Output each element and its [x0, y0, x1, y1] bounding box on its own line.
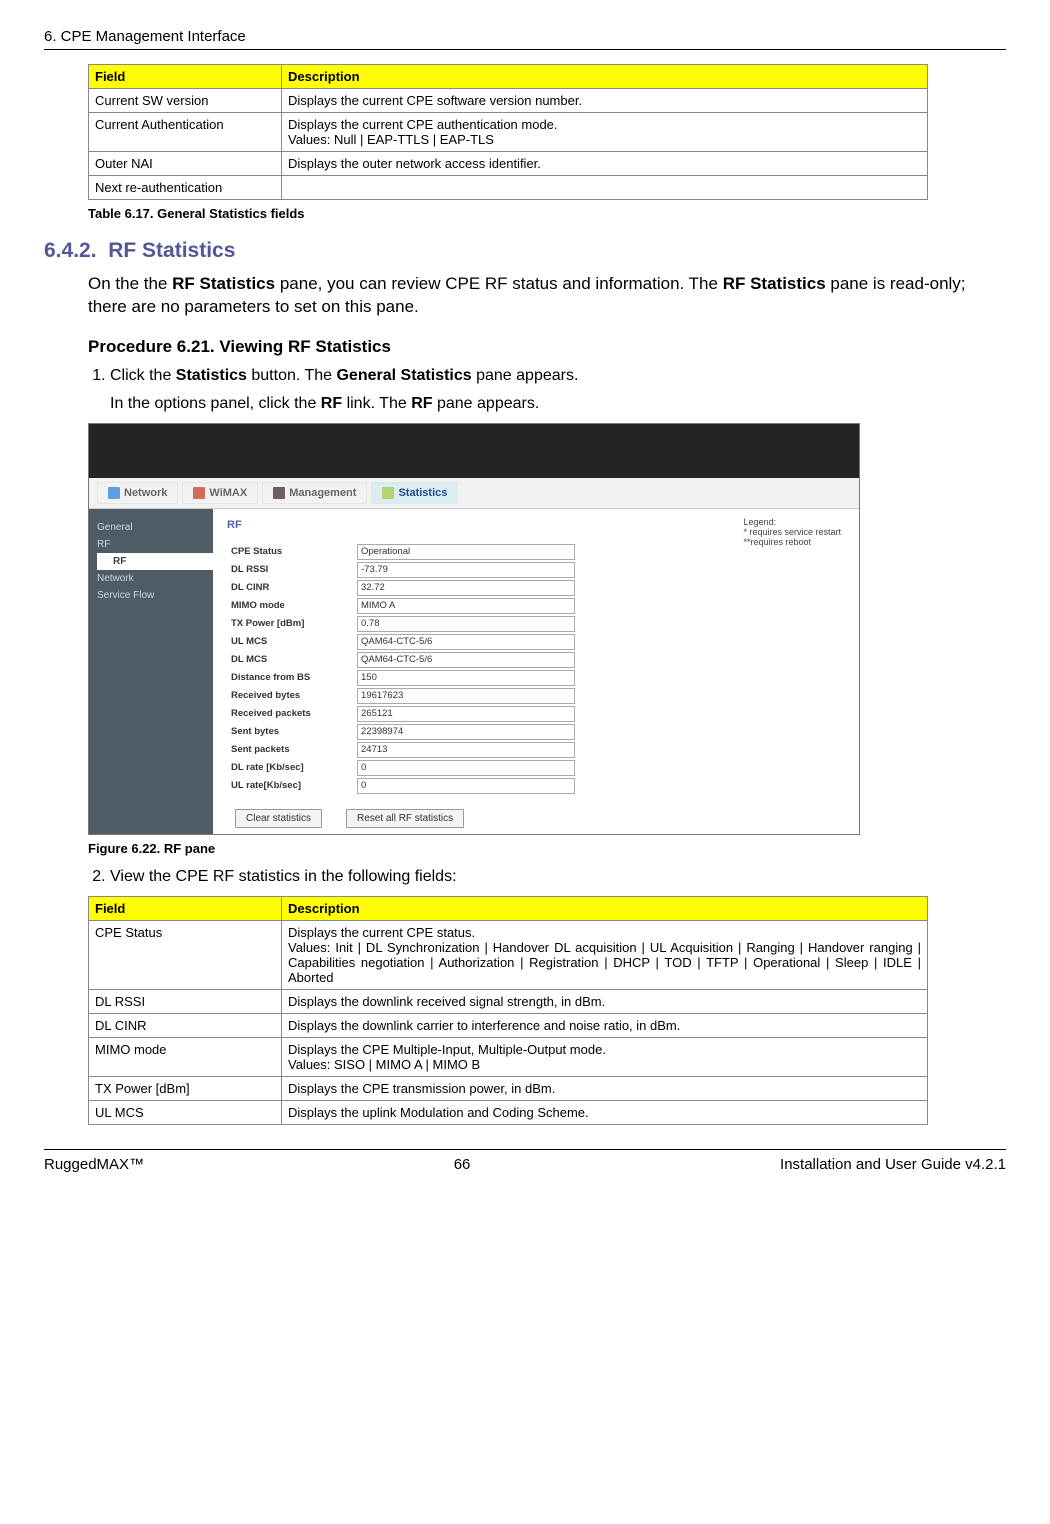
footer-left: RuggedMAX™ — [44, 1156, 144, 1173]
distance-bs-field[interactable]: 150 — [357, 670, 575, 686]
sidebar-item-serviceflow[interactable]: Service Flow — [97, 587, 213, 604]
clear-statistics-button[interactable]: Clear statistics — [235, 809, 322, 828]
table-row: UL MCS Displays the uplink Modulation an… — [89, 1100, 928, 1124]
step-1: Click the Statistics button. The General… — [110, 367, 1006, 413]
sent-packets-field[interactable]: 24713 — [357, 742, 575, 758]
management-icon — [273, 487, 285, 499]
mimo-mode-field[interactable]: MIMO A — [357, 598, 575, 614]
ss-sidebar: General RF RF Network Service Flow — [89, 509, 213, 835]
sidebar-item-network[interactable]: Network — [97, 570, 213, 587]
section-heading: 6.4.2. RF Statistics — [44, 239, 1006, 263]
procedure-steps-cont: View the CPE RF statistics in the follow… — [88, 868, 1006, 886]
nav-management[interactable]: Management — [262, 482, 367, 504]
table2-header-desc: Description — [282, 896, 928, 920]
dl-mcs-field[interactable]: QAM64-CTC-5/6 — [357, 652, 575, 668]
received-bytes-field[interactable]: 19617623 — [357, 688, 575, 704]
ss-top-banner — [89, 424, 859, 478]
general-statistics-fields-table: Field Description Current SW version Dis… — [88, 64, 928, 200]
table1-header-desc: Description — [282, 65, 928, 89]
step-2: View the CPE RF statistics in the follow… — [110, 868, 1006, 886]
ul-mcs-field[interactable]: QAM64-CTC-5/6 — [357, 634, 575, 650]
footer-right: Installation and User Guide v4.2.1 — [780, 1156, 1006, 1173]
sidebar-item-rf[interactable]: RF — [97, 553, 213, 570]
ss-navbar: Network WiMAX Management Statistics — [89, 478, 859, 509]
procedure-steps: Click the Statistics button. The General… — [88, 367, 1006, 413]
nav-network[interactable]: Network — [97, 482, 178, 504]
table-row: DL CINR Displays the downlink carrier to… — [89, 1013, 928, 1037]
table2-header-field: Field — [89, 896, 282, 920]
table-row: Current Authentication Displays the curr… — [89, 113, 928, 152]
table-row: Current SW version Displays the current … — [89, 89, 928, 113]
ul-rate-field[interactable]: 0 — [357, 778, 575, 794]
sidebar-item-rf-parent[interactable]: RF — [97, 536, 213, 553]
figure-caption: Figure 6.22. RF pane — [88, 841, 1006, 856]
page-footer: RuggedMAX™ 66 Installation and User Guid… — [44, 1149, 1006, 1173]
sidebar-item-general[interactable]: General — [97, 519, 213, 536]
section-paragraph: On the the RF Statistics pane, you can r… — [88, 273, 1006, 319]
table-row: Next re-authentication — [89, 176, 928, 200]
nav-wimax[interactable]: WiMAX — [182, 482, 258, 504]
table-row: TX Power [dBm] Displays the CPE transmis… — [89, 1076, 928, 1100]
reset-rf-statistics-button[interactable]: Reset all RF statistics — [346, 809, 464, 828]
table-row: DL RSSI Displays the downlink received s… — [89, 989, 928, 1013]
wimax-icon — [193, 487, 205, 499]
sent-bytes-field[interactable]: 22398974 — [357, 724, 575, 740]
table-row: CPE Status Displays the current CPE stat… — [89, 920, 928, 989]
ss-main: Legend: * requires service restart **req… — [213, 509, 859, 835]
step-1-sub: In the options panel, click the RF link.… — [110, 395, 1006, 413]
statistics-icon — [382, 487, 394, 499]
cpe-status-field[interactable]: Operational — [357, 544, 575, 560]
dl-cinr-field[interactable]: 32.72 — [357, 580, 575, 596]
rf-pane-screenshot: Network WiMAX Management Statistics Gene… — [88, 423, 860, 835]
tx-power-field[interactable]: 0.78 — [357, 616, 575, 632]
network-icon — [108, 487, 120, 499]
rf-fields-table: Field Description CPE Status Displays th… — [88, 896, 928, 1125]
received-packets-field[interactable]: 265121 — [357, 706, 575, 722]
rf-fields-form: CPE StatusOperational DL RSSI-73.79 DL C… — [227, 543, 579, 795]
header-chapter: 6. CPE Management Interface — [44, 28, 246, 45]
footer-page-number: 66 — [454, 1156, 471, 1173]
table-row: Outer NAI Displays the outer network acc… — [89, 152, 928, 176]
page-header: 6. CPE Management Interface — [44, 28, 1006, 50]
table1-header-field: Field — [89, 65, 282, 89]
procedure-title: Procedure 6.21. Viewing RF Statistics — [88, 337, 1006, 357]
dl-rate-field[interactable]: 0 — [357, 760, 575, 776]
table-row: MIMO mode Displays the CPE Multiple-Inpu… — [89, 1037, 928, 1076]
nav-statistics[interactable]: Statistics — [371, 482, 458, 504]
ss-legend: Legend: * requires service restart **req… — [743, 517, 841, 547]
dl-rssi-field[interactable]: -73.79 — [357, 562, 575, 578]
table1-caption: Table 6.17. General Statistics fields — [88, 206, 1006, 221]
